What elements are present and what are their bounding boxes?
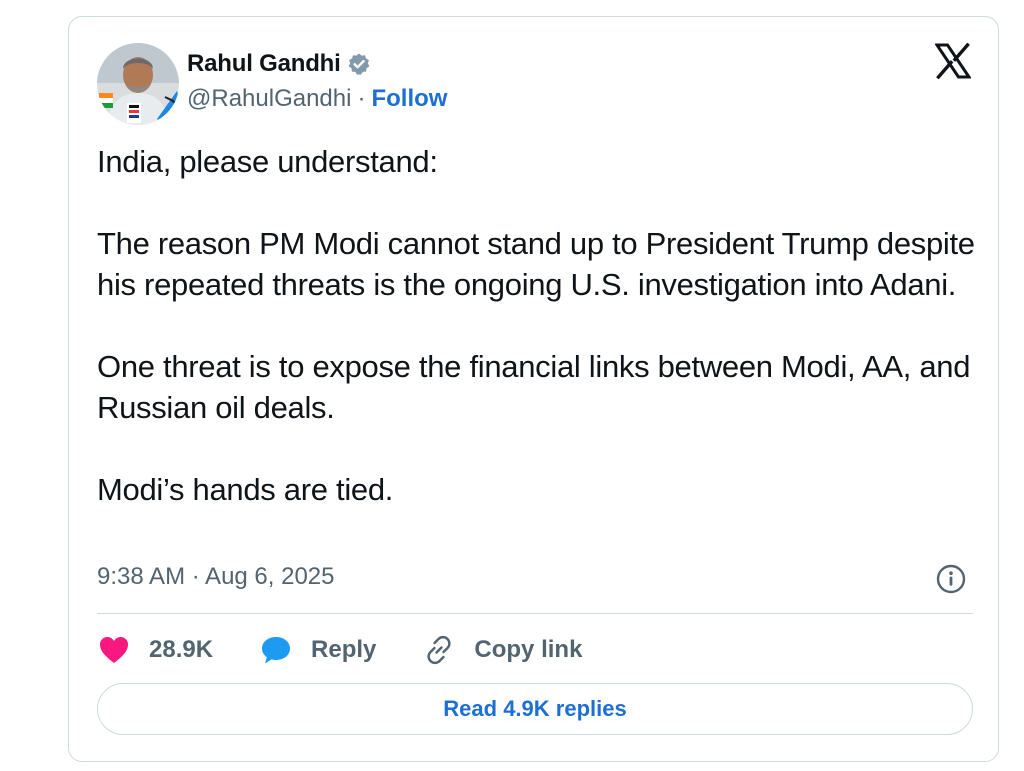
reply-label: Reply	[311, 636, 377, 663]
verified-badge-icon	[347, 52, 371, 76]
author-name-row: Rahul Gandhi	[187, 47, 371, 81]
avatar-photo	[97, 43, 179, 125]
author-name[interactable]: Rahul Gandhi	[187, 50, 341, 78]
author-handle[interactable]: @RahulGandhi	[187, 85, 351, 113]
avatar[interactable]	[97, 43, 179, 125]
tweet-paragraph: Modi’s hands are tied.	[97, 472, 394, 507]
copy-link-label: Copy link	[474, 636, 583, 663]
tweet-card: Rahul Gandhi @RahulGandhi · Follow India…	[68, 16, 999, 762]
x-logo-icon[interactable]	[934, 42, 972, 80]
reply-bubble-icon	[259, 633, 293, 667]
tweet-paragraph: India, please understand:	[97, 144, 438, 179]
tweet-text: India, please understand: The reason PM …	[97, 141, 977, 510]
handle-row: @RahulGandhi · Follow	[187, 83, 447, 115]
like-count: 28.9K	[149, 636, 214, 663]
info-icon[interactable]	[935, 563, 967, 595]
follow-button[interactable]: Follow	[371, 85, 447, 113]
handle-separator: ·	[357, 85, 366, 112]
heart-icon	[97, 633, 131, 667]
tweet-paragraph: The reason PM Modi cannot stand up to Pr…	[97, 226, 975, 302]
reply-button[interactable]: Reply	[259, 633, 376, 667]
copy-link-button[interactable]: Copy link	[422, 633, 582, 667]
divider	[97, 613, 973, 614]
like-button[interactable]: 28.9K	[97, 633, 213, 667]
link-icon	[422, 633, 456, 667]
tweet-timestamp[interactable]: 9:38 AM · Aug 6, 2025	[97, 563, 335, 591]
tweet-paragraph: One threat is to expose the financial li…	[97, 349, 971, 425]
read-replies-button[interactable]: Read 4.9K replies	[97, 683, 973, 735]
action-bar: 28.9K Reply Copy link	[97, 629, 582, 671]
